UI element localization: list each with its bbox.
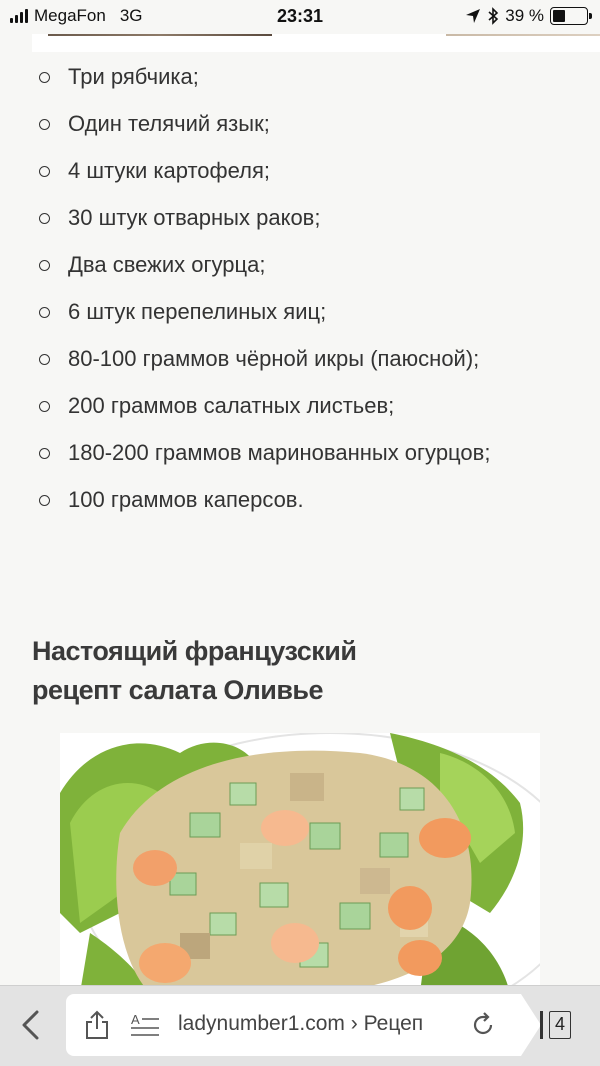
list-item: 200 граммов салатных листьев; (0, 385, 600, 427)
list-item: 100 граммов каперсов. (0, 479, 600, 521)
list-item: 180-200 граммов маринованных огурцов; (0, 432, 600, 474)
battery-level (553, 10, 566, 22)
tabs-icon[interactable] (540, 1011, 543, 1039)
list-item: Два свежих огурца; (0, 244, 600, 286)
status-bar: MegaFon 3G 23:31 39 % (0, 0, 600, 34)
browser-toolbar: A ladynumber1.com › Рецеп 4 (0, 985, 600, 1066)
reload-icon[interactable] (470, 1011, 496, 1039)
list-item: Три рябчика; (0, 56, 600, 98)
ingredients-list: Три рябчика; Один телячий язык; 4 штуки … (0, 56, 600, 526)
list-item: 4 штуки картофеля; (0, 150, 600, 192)
tabs-count[interactable]: 4 (549, 1011, 571, 1039)
salad-photo (60, 733, 540, 993)
bluetooth-icon (488, 7, 499, 25)
list-item: 6 штук перепелиных яиц; (0, 291, 600, 333)
reader-text-icon[interactable]: A (130, 1012, 160, 1038)
status-right: 39 % (465, 6, 592, 26)
chevron-left-icon[interactable] (14, 1008, 48, 1042)
svg-text:A: A (131, 1012, 140, 1027)
battery-icon (550, 7, 592, 25)
list-item: 80-100 граммов чёрной икры (паюсной); (0, 338, 600, 380)
list-item: Один телячий язык; (0, 103, 600, 145)
content-card-top (32, 34, 600, 52)
url-text[interactable]: ladynumber1.com › Рецеп (178, 1012, 468, 1036)
location-arrow-icon (466, 9, 481, 23)
list-item: 30 штук отварных раков; (0, 197, 600, 239)
battery-percent: 39 % (505, 6, 544, 25)
share-icon[interactable] (84, 1010, 110, 1040)
address-bar[interactable]: A ladynumber1.com › Рецеп (66, 994, 541, 1056)
section-heading: Настоящий французский рецепт салата Олив… (32, 636, 357, 705)
